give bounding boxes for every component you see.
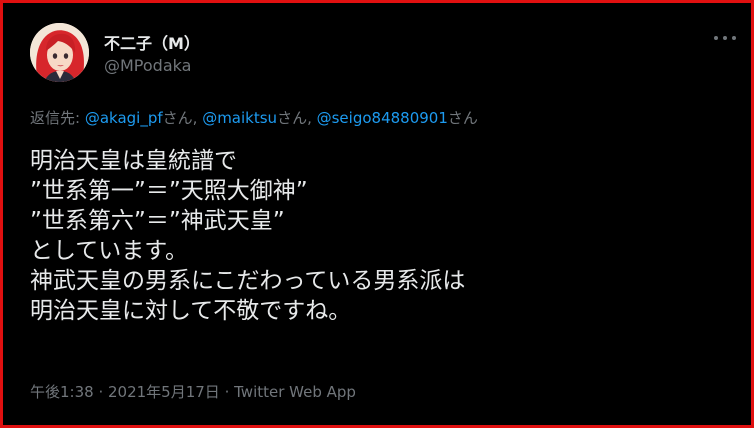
mention-suffix: さん [447, 109, 478, 127]
tweet-line: 明治天皇は皇統譜で [30, 148, 237, 174]
tweet-line: ”世系第一”＝”天照大御神” [30, 178, 308, 204]
avatar[interactable] [30, 23, 89, 82]
tweet-line: 神武天皇の男系にこだわっている男系派は [30, 268, 466, 294]
reply-context: 返信先: @akagi_pfさん, @maiktsuさん, @seigo8488… [30, 107, 478, 128]
meta-separator: · [219, 383, 235, 401]
tweet-source[interactable]: Twitter Web App [234, 383, 356, 401]
dot [723, 36, 727, 40]
tweet-line: ”世系第六”＝”神武天皇” [30, 208, 285, 234]
tweet-date[interactable]: 2021年5月17日 [108, 383, 220, 401]
tweet-text: 明治天皇は皇統譜で ”世系第一”＝”天照大御神” ”世系第六”＝”神武天皇” と… [30, 146, 730, 326]
mention-link-seigo[interactable]: @seigo84880901 [317, 109, 448, 127]
dot [714, 36, 718, 40]
screenshot-frame: 不二子（M） @MPodaka 返信先: @akagi_pfさん, @maikt… [0, 0, 754, 428]
tweet-card: 不二子（M） @MPodaka 返信先: @akagi_pfさん, @maikt… [6, 6, 748, 422]
tweet-line: としています。 [30, 238, 189, 264]
user-handle[interactable]: @MPodaka [104, 56, 191, 75]
mention-link-maiktsu[interactable]: @maiktsu [202, 109, 277, 127]
mention-link-akagi[interactable]: @akagi_pf [85, 109, 163, 127]
dot [732, 36, 736, 40]
tweet-time[interactable]: 午後1:38 [30, 383, 94, 401]
mention-suffix: さん, [162, 109, 203, 127]
tweet-line: 明治天皇に対して不敬ですね。 [30, 298, 352, 324]
more-options-icon[interactable] [714, 28, 736, 48]
avatar-illustration-icon [30, 23, 89, 82]
display-name[interactable]: 不二子（M） [104, 30, 200, 54]
tweet-metadata: 午後1:38 · 2021年5月17日 · Twitter Web App [30, 381, 356, 402]
reply-prefix: 返信先: [30, 109, 85, 127]
mention-suffix: さん, [277, 109, 317, 127]
meta-separator: · [93, 383, 108, 401]
